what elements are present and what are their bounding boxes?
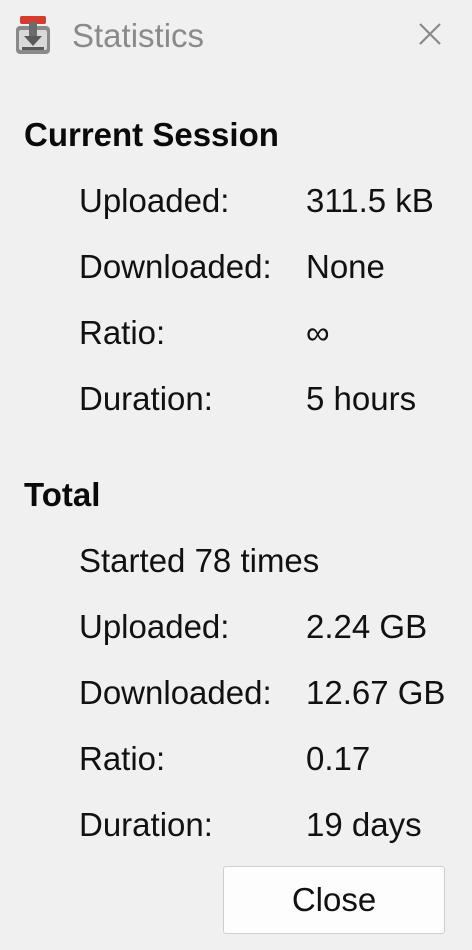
statistics-panel: Current Session Uploaded: 311.5 kB Downl… bbox=[0, 76, 472, 950]
close-icon[interactable] bbox=[412, 16, 448, 52]
total-ratio-label: Ratio: bbox=[79, 740, 166, 777]
session-downloaded-value: None bbox=[306, 248, 385, 285]
session-duration-value: 5 hours bbox=[306, 380, 417, 417]
transmission-icon bbox=[16, 16, 50, 54]
total-uploaded-label: Uploaded: bbox=[79, 608, 230, 645]
total-heading: Total bbox=[24, 476, 101, 513]
total-duration-value: 19 days bbox=[306, 806, 422, 843]
session-ratio-value: ∞ bbox=[306, 314, 330, 351]
close-button[interactable]: Close bbox=[223, 866, 445, 934]
title-bar: Statistics bbox=[0, 0, 472, 76]
window-title: Statistics bbox=[72, 17, 205, 54]
total-downloaded-label: Downloaded: bbox=[79, 674, 272, 711]
total-duration-label: Duration: bbox=[79, 806, 213, 843]
total-ratio-value: 0.17 bbox=[306, 740, 371, 777]
session-ratio-label: Ratio: bbox=[79, 314, 166, 351]
total-started-text: Started 78 times bbox=[79, 542, 320, 579]
session-uploaded-label: Uploaded: bbox=[79, 182, 230, 219]
session-uploaded-value: 311.5 kB bbox=[306, 182, 434, 219]
session-duration-label: Duration: bbox=[79, 380, 213, 417]
session-downloaded-label: Downloaded: bbox=[79, 248, 272, 285]
current-session-heading: Current Session bbox=[24, 116, 279, 153]
total-uploaded-value: 2.24 GB bbox=[306, 608, 428, 645]
total-downloaded-value: 12.67 GB bbox=[306, 674, 446, 711]
